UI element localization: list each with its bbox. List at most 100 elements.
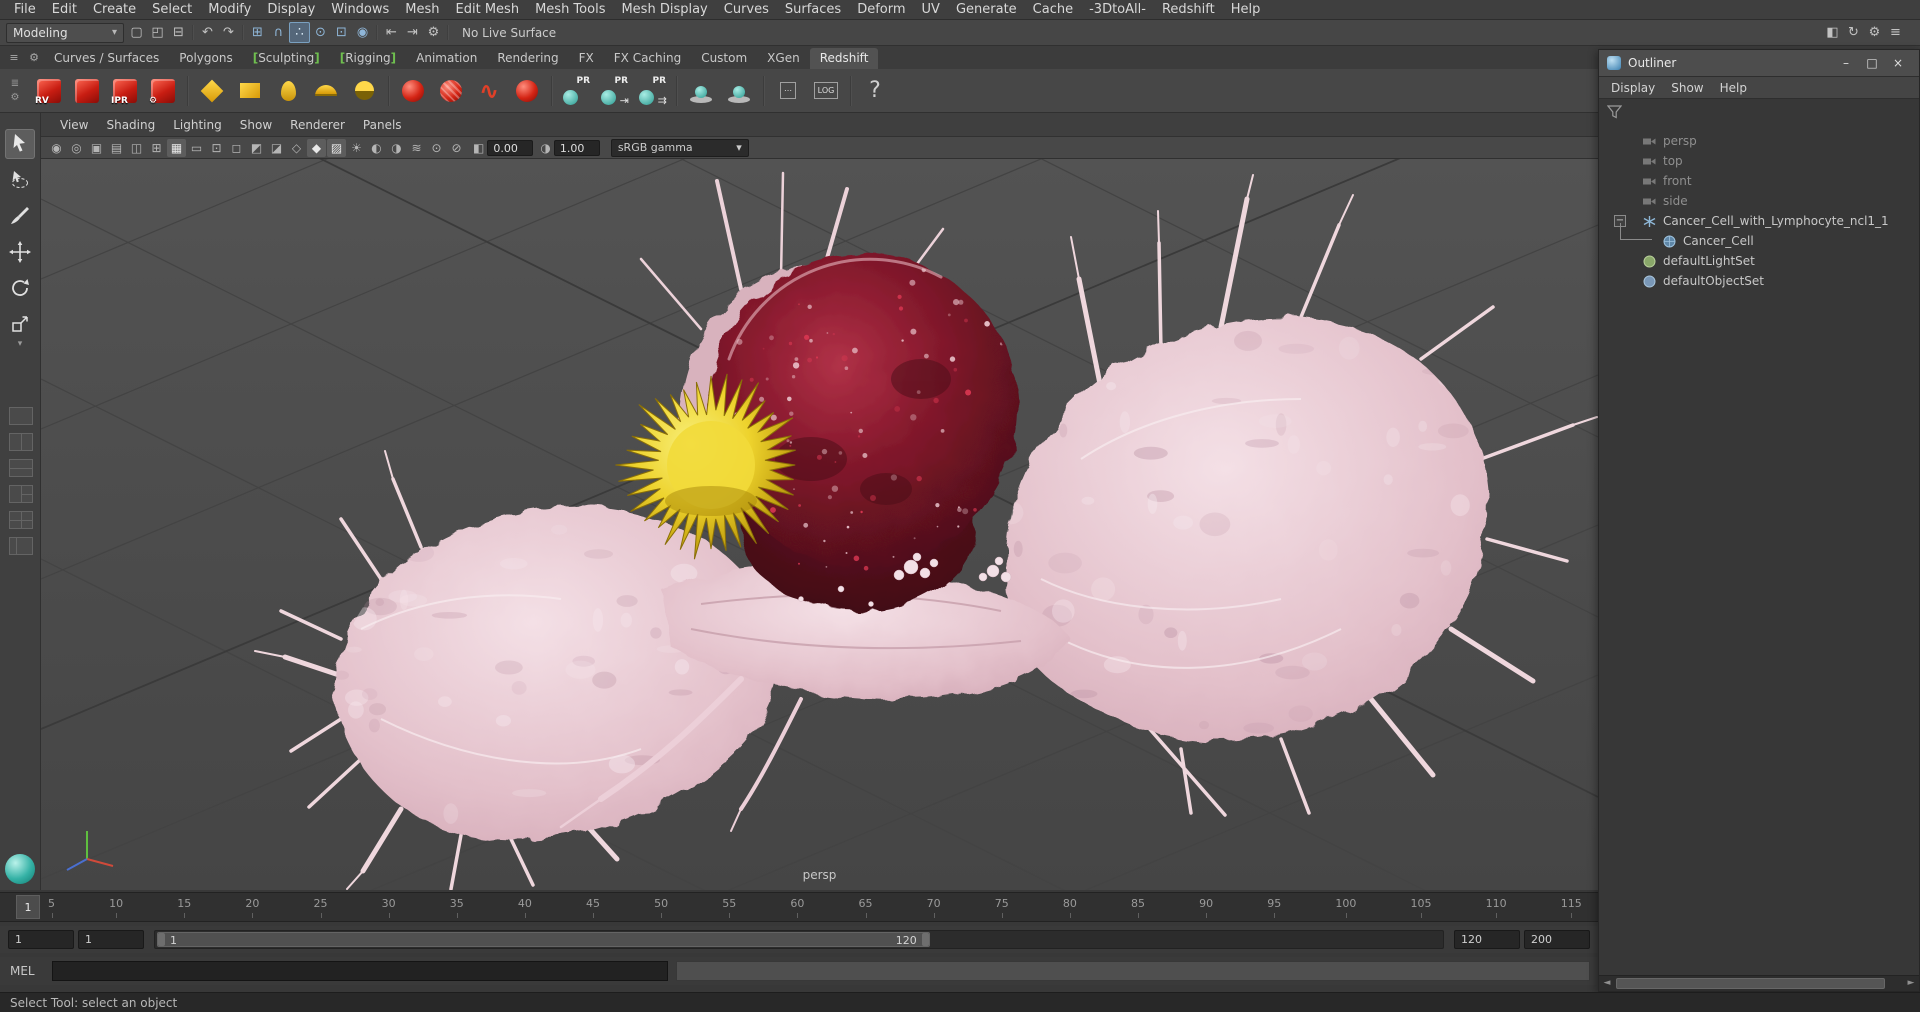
redshift-material[interactable]: [395, 73, 431, 109]
shelf-gear-icon[interactable]: ⚙: [26, 50, 42, 66]
toolbox-collapse-button[interactable]: ▾: [12, 340, 28, 349]
scroll-right-arrow-icon[interactable]: ►: [1903, 976, 1919, 991]
snap-grid-icon[interactable]: ⊞: [247, 22, 268, 43]
shelf-item[interactable]: [672, 73, 681, 109]
menu-item[interactable]: Display: [259, 0, 323, 20]
menu-item[interactable]: Create: [85, 0, 144, 20]
time-slider[interactable]: 1 5 10 15 20 25 30 35 40 45 50 55 60 65 70 75 80 85 90 95 1…: [0, 892, 1598, 922]
range-slider-track[interactable]: 1 120: [154, 930, 1444, 949]
shelf-tab[interactable]: Rendering: [487, 48, 568, 69]
redshift-area-light[interactable]: [232, 73, 268, 109]
redshift-physical-light[interactable]: [194, 73, 230, 109]
grid-icon[interactable]: ▦: [167, 138, 186, 157]
panel-menu-item[interactable]: Shading: [97, 118, 164, 132]
shelf-tab[interactable]: FX Caching: [604, 48, 691, 69]
menu-set-selector[interactable]: Modeling ▾: [6, 22, 124, 43]
outliner-menu-item[interactable]: Help: [1712, 81, 1755, 95]
rotate-tool[interactable]: [5, 273, 35, 303]
maximize-button[interactable]: □: [1859, 50, 1885, 77]
playback-end-field[interactable]: 120: [1454, 930, 1520, 949]
panel-menu-item[interactable]: Panels: [354, 118, 411, 132]
safe-action-icon[interactable]: ◩: [247, 139, 266, 157]
camera-attributes-icon[interactable]: ▣: [87, 139, 106, 157]
shelf-tab[interactable]: Custom: [691, 48, 757, 69]
redshift-physical-sun[interactable]: [346, 73, 382, 109]
make-live-icon[interactable]: ◉: [352, 22, 373, 43]
outliner-menu-item[interactable]: Show: [1663, 81, 1711, 95]
exposure-icon[interactable]: ◧: [473, 141, 484, 155]
panel-menu-item[interactable]: Lighting: [164, 118, 231, 132]
layout-three-split[interactable]: [8, 485, 33, 503]
outliner-row[interactable]: front: [1599, 171, 1919, 191]
close-button[interactable]: ×: [1885, 50, 1911, 77]
viewport-3d[interactable]: persp: [41, 159, 1598, 890]
shelf-tab[interactable]: Curves / Surfaces: [44, 48, 169, 69]
menu-item[interactable]: Modify: [200, 0, 259, 20]
shadows-icon[interactable]: ◐: [367, 139, 386, 157]
panel-menu-item[interactable]: Show: [231, 118, 281, 132]
input-connections-icon[interactable]: ⇤: [381, 22, 402, 43]
menu-item[interactable]: Surfaces: [777, 0, 849, 20]
shelf-item[interactable]: [846, 73, 855, 109]
redshift-hair-material[interactable]: ∿ ∿: [471, 73, 507, 109]
redshift-proxy-sequence[interactable]: PR PR ⇉: [634, 73, 670, 109]
save-scene-icon[interactable]: ⊟: [168, 22, 189, 43]
menu-item[interactable]: Mesh: [397, 0, 447, 20]
shelf-tab[interactable]: Redshift: [809, 48, 879, 69]
wireframe-icon[interactable]: ◇: [287, 139, 306, 157]
select-tool[interactable]: [5, 129, 35, 159]
current-frame-indicator[interactable]: 1: [16, 895, 40, 919]
status-icon[interactable]: [189, 22, 197, 43]
shelf-tab[interactable]: FX: [569, 48, 604, 69]
outliner-row[interactable]: defaultObjectSet: [1599, 271, 1919, 291]
display-layers-icon[interactable]: ≡: [1885, 22, 1906, 43]
redshift-volume-material[interactable]: [509, 73, 545, 109]
menu-item[interactable]: Cache: [1025, 0, 1081, 20]
scrollbar-thumb[interactable]: [1616, 978, 1885, 989]
animation-end-field[interactable]: 200: [1524, 930, 1590, 949]
menu-item[interactable]: Windows: [323, 0, 397, 20]
snap-curve-icon[interactable]: ∩: [268, 22, 289, 43]
textured-icon[interactable]: ▨: [327, 138, 346, 157]
menu-item[interactable]: File: [6, 0, 44, 20]
redshift-env-sphere[interactable]: [721, 73, 757, 109]
shelf-tab[interactable]: [Rigging]: [330, 48, 406, 69]
ipr-render-icon[interactable]: ↻: [1843, 22, 1864, 43]
render-settings-icon[interactable]: ⚙: [1864, 22, 1885, 43]
redshift-render[interactable]: [69, 73, 105, 109]
shelf-tab[interactable]: XGen: [757, 48, 810, 69]
menu-item[interactable]: Edit Mesh: [448, 0, 528, 20]
menu-item[interactable]: Edit: [44, 0, 85, 20]
redo-icon[interactable]: ↷: [218, 22, 239, 43]
menu-item[interactable]: Deform: [849, 0, 913, 20]
construction-history-icon[interactable]: ⚙: [423, 22, 444, 43]
mel-command-input[interactable]: [52, 961, 668, 981]
open-scene-icon[interactable]: ◰: [147, 22, 168, 43]
undo-icon[interactable]: ↶: [197, 22, 218, 43]
menu-item[interactable]: -3DtoAll-: [1081, 0, 1154, 20]
screen-space-ao-icon[interactable]: ◑: [387, 139, 406, 157]
status-icon[interactable]: [373, 22, 381, 43]
film-gate-icon[interactable]: ▭: [187, 139, 206, 157]
scroll-left-arrow-icon[interactable]: ◄: [1599, 976, 1615, 991]
filter-icon[interactable]: [1607, 105, 1622, 119]
shelf-item[interactable]: [547, 73, 556, 109]
panel-menu-item[interactable]: Renderer: [281, 118, 354, 132]
x-ray-icon[interactable]: ⊘: [447, 139, 466, 157]
command-line-mode-label[interactable]: MEL: [10, 964, 52, 978]
status-icon[interactable]: [444, 22, 452, 43]
output-connections-icon[interactable]: ⇥: [402, 22, 423, 43]
range-handle-left[interactable]: [158, 933, 165, 946]
layout-two-horizontal[interactable]: [8, 459, 33, 477]
redshift-ipr[interactable]: IPR IPR: [107, 73, 143, 109]
bookmarks-icon[interactable]: ▤: [107, 139, 126, 157]
menu-item[interactable]: UV: [914, 0, 948, 20]
two-d-pan-zoom-icon[interactable]: ⊞: [147, 139, 166, 157]
menu-item[interactable]: Redshift: [1154, 0, 1223, 20]
shelf-item[interactable]: [759, 73, 768, 109]
layout-two-vertical[interactable]: [8, 433, 33, 451]
redshift-render-settings[interactable]: ⚙ ⚙: [145, 73, 181, 109]
shelf-tab[interactable]: Polygons: [169, 48, 242, 69]
outliner-horizontal-scrollbar[interactable]: ◄ ►: [1599, 975, 1919, 991]
redshift-log[interactable]: LOG LOG: [808, 73, 844, 109]
